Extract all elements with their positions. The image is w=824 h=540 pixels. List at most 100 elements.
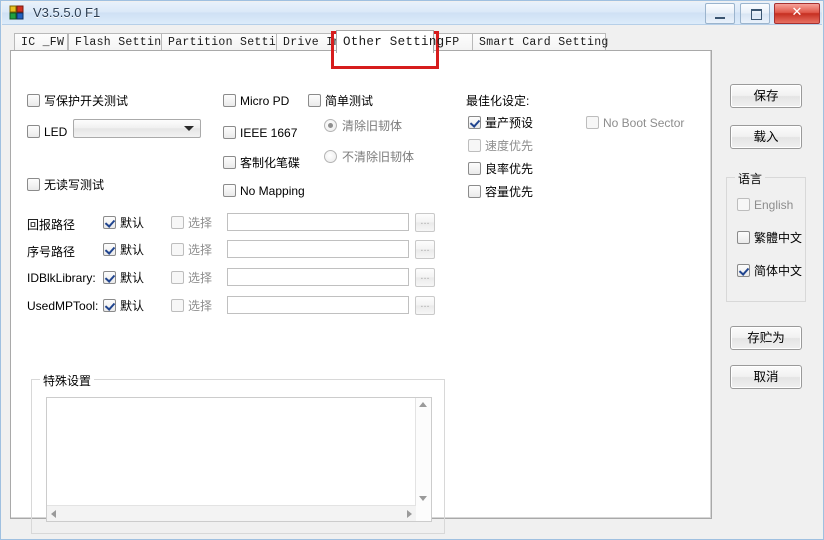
radio-dot: [324, 119, 337, 132]
checkbox-label: 简单测试: [325, 94, 374, 108]
checkbox-idblklibrary-select[interactable]: 选择: [171, 271, 212, 285]
path-label-usedmptool: UsedMPTool:: [27, 299, 99, 313]
checkbox-box: [223, 126, 236, 139]
radio-label: 不清除旧韧体: [342, 150, 415, 164]
checkbox-label: 容量优先: [485, 185, 534, 199]
checkbox-no-mapping[interactable]: No Mapping: [223, 184, 305, 198]
checkbox-box: [223, 184, 236, 197]
close-button[interactable]: ✕: [774, 3, 820, 24]
checkbox-box: [171, 299, 184, 312]
input-idblklibrary-path[interactable]: [227, 268, 409, 286]
checkbox-usedmptool-select[interactable]: 选择: [171, 299, 212, 313]
close-icon: ✕: [791, 4, 803, 19]
window-frame: V3.5.5.0 F1 ✕ IC _FW Flash Setting Parti…: [0, 0, 824, 540]
tab-smart-card-setting[interactable]: Smart Card Setting: [472, 33, 608, 51]
checkbox-simple-test[interactable]: 简单测试: [308, 94, 373, 108]
checkbox-label: 选择: [188, 299, 213, 313]
save-as-button[interactable]: 存贮为: [730, 326, 802, 350]
optimize-title: 最佳化设定:: [466, 94, 530, 108]
browse-idblklibrary-path-button[interactable]: ...: [415, 268, 435, 287]
checkbox-box: [103, 271, 116, 284]
checkbox-report-select[interactable]: 选择: [171, 216, 212, 230]
cancel-button[interactable]: 取消: [730, 365, 802, 389]
checkbox-ieee-1667[interactable]: IEEE 1667: [223, 126, 297, 140]
checkbox-capacity-priority[interactable]: 容量优先: [468, 185, 533, 199]
tab-page-other-setting: 写保护开关测试 LED 无读写测试 Micro PD IEEE 1667 客制化…: [10, 50, 712, 534]
checkbox-label: 量产预设: [485, 116, 534, 130]
checkbox-yield-priority[interactable]: 良率优先: [468, 162, 533, 176]
led-dropdown[interactable]: [73, 119, 201, 138]
scroll-right-icon[interactable]: [407, 510, 412, 518]
checkbox-custom-drive[interactable]: 客制化笔碟: [223, 156, 300, 170]
vertical-scrollbar[interactable]: [415, 398, 431, 521]
chevron-down-icon: [184, 126, 194, 131]
checkbox-usedmptool-default[interactable]: 默认: [103, 299, 144, 313]
tab-strip: IC _FW Flash Setting Partition Setting D…: [10, 29, 712, 53]
checkbox-box: [468, 116, 481, 129]
application-window: V3.5.5.0 F1 ✕ IC _FW Flash Setting Parti…: [0, 0, 824, 540]
checkbox-box: [586, 116, 599, 129]
minimize-button[interactable]: [705, 3, 736, 24]
checkbox-box: [468, 185, 481, 198]
language-group: 语言 English 繁體中文 简体中文: [726, 170, 806, 302]
checkbox-speed-priority[interactable]: 速度优先: [468, 139, 533, 153]
checkbox-box: [737, 231, 750, 244]
side-panel: 保存 载入 语言 English 繁體中文 简体中文 存贮为 取消: [713, 29, 817, 519]
checkbox-label: 默认: [120, 243, 145, 257]
checkbox-label: 繁體中文: [754, 231, 803, 245]
window-title: V3.5.5.0 F1: [33, 5, 101, 20]
checkbox-report-default[interactable]: 默认: [103, 216, 144, 230]
checkbox-box: [27, 178, 40, 191]
checkbox-box: [308, 94, 321, 107]
browse-serial-path-button[interactable]: ...: [415, 240, 435, 259]
checkbox-label: 默认: [120, 271, 145, 285]
checkbox-write-protect-switch-test[interactable]: 写保护开关测试: [27, 94, 128, 108]
checkbox-box: [103, 299, 116, 312]
tab-flash-setting[interactable]: Flash Setting: [68, 33, 171, 51]
input-serial-path[interactable]: [227, 240, 409, 258]
checkbox-label: 默认: [120, 216, 145, 230]
checkbox-box: [103, 243, 116, 256]
checkbox-idblklibrary-default[interactable]: 默认: [103, 271, 144, 285]
tab-ic-fw[interactable]: IC _FW: [14, 33, 68, 51]
browse-usedmptool-path-button[interactable]: ...: [415, 296, 435, 315]
window-controls: ✕: [704, 3, 820, 24]
checkbox-language-simplified-chinese[interactable]: 简体中文: [737, 264, 802, 278]
maximize-button[interactable]: [739, 3, 770, 24]
checkbox-label: 写保护开关测试: [44, 94, 129, 108]
input-usedmptool-path[interactable]: [227, 296, 409, 314]
checkbox-label: 良率优先: [485, 162, 534, 176]
checkbox-label: 速度优先: [485, 139, 534, 153]
scroll-down-icon[interactable]: [419, 496, 427, 501]
checkbox-box: [468, 162, 481, 175]
checkbox-box: [468, 139, 481, 152]
checkbox-led[interactable]: LED: [27, 125, 67, 139]
save-button[interactable]: 保存: [730, 84, 802, 108]
checkbox-language-english[interactable]: English: [737, 198, 793, 212]
scroll-up-icon[interactable]: [419, 402, 427, 407]
checkbox-no-boot-sector[interactable]: No Boot Sector: [586, 116, 684, 130]
radio-erase-old-firmware[interactable]: 清除旧韧体: [324, 119, 402, 133]
radio-keep-old-firmware[interactable]: 不清除旧韧体: [324, 150, 414, 164]
checkbox-mass-production-default[interactable]: 量产预设: [468, 116, 533, 130]
checkbox-box: [27, 94, 40, 107]
special-settings-textarea[interactable]: [46, 397, 432, 522]
checkbox-box: [103, 216, 116, 229]
checkbox-box: [171, 216, 184, 229]
load-button[interactable]: 载入: [730, 125, 802, 149]
horizontal-scrollbar[interactable]: [47, 505, 416, 521]
tab-partition-setting[interactable]: Partition Setting: [161, 33, 290, 51]
checkbox-serial-default[interactable]: 默认: [103, 243, 144, 257]
checkbox-box: [171, 243, 184, 256]
radio-label: 清除旧韧体: [342, 119, 403, 133]
input-report-path[interactable]: [227, 213, 409, 231]
checkbox-micro-pd[interactable]: Micro PD: [223, 94, 289, 108]
checkbox-no-read-write-test[interactable]: 无读写测试: [27, 178, 104, 192]
checkbox-label: 选择: [188, 243, 213, 257]
special-settings-group: 特殊设置: [31, 372, 445, 534]
browse-report-path-button[interactable]: ...: [415, 213, 435, 232]
tab-other-setting[interactable]: Other Setting: [336, 30, 444, 53]
scroll-left-icon[interactable]: [51, 510, 56, 518]
checkbox-serial-select[interactable]: 选择: [171, 243, 212, 257]
checkbox-language-traditional-chinese[interactable]: 繁體中文: [737, 231, 802, 245]
